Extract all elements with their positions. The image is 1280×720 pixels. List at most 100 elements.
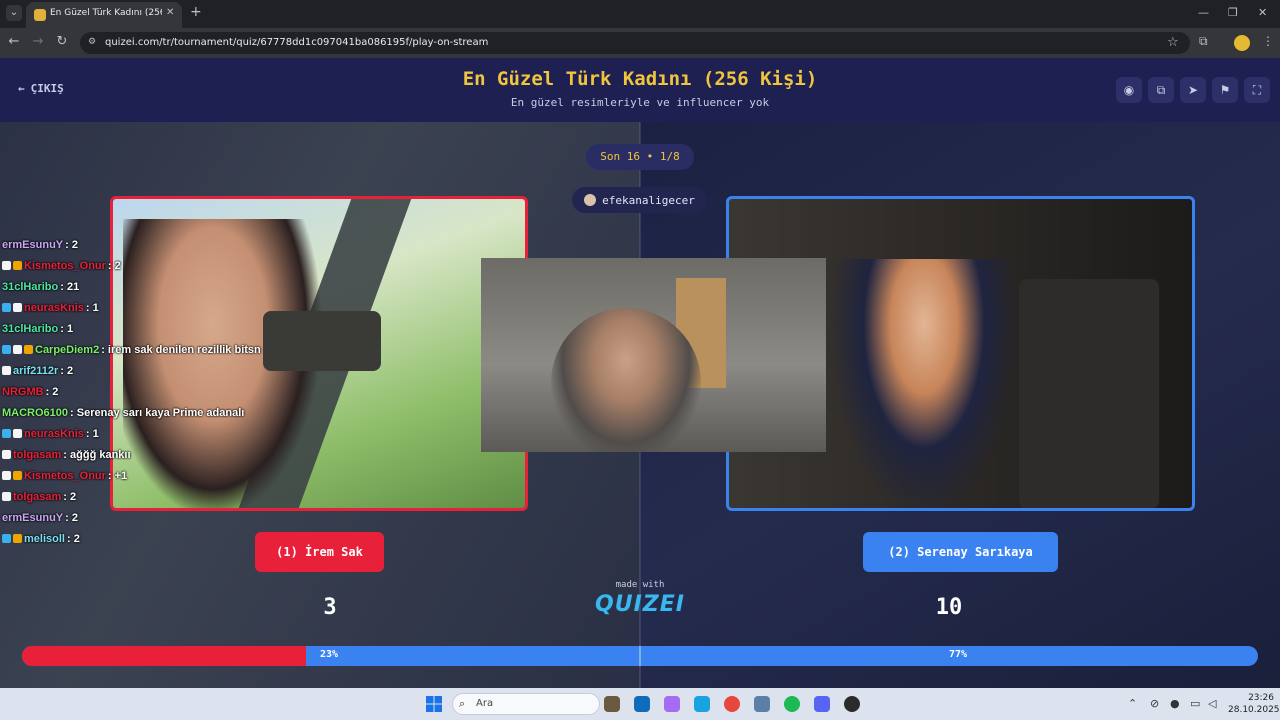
chat-badge-icon <box>2 471 11 480</box>
volume-icon[interactable]: ◁ <box>1208 697 1216 710</box>
url-text[interactable]: quizei.com/tr/tournament/quiz/67778dd1c0… <box>105 37 488 48</box>
address-bar[interactable]: ⚙ quizei.com/tr/tournament/quiz/67778dd1… <box>80 32 1190 54</box>
quizei-logo[interactable]: QUIZEI <box>580 592 700 617</box>
chat-text: : Serenay sarı kaya Prime adanalı <box>70 406 245 419</box>
chat-badge-icon <box>13 429 22 438</box>
taskbar-search[interactable]: ⌕ Ara <box>452 693 600 715</box>
chat-badge-icon <box>13 261 22 270</box>
chat-username[interactable]: Kismetos_Onur <box>24 260 106 272</box>
reload-icon[interactable]: ↻ <box>53 34 71 49</box>
chat-badge-icon <box>2 345 11 354</box>
bookmark-star-icon[interactable]: ☆ <box>1167 35 1179 50</box>
page-subtitle: En güzel resimleriyle ve influencer yok <box>510 96 770 109</box>
chat-badge-icon <box>2 261 11 270</box>
chat-username[interactable]: 31clHaribo <box>2 323 58 335</box>
chat-username[interactable]: Kismetos_Onur <box>24 470 106 482</box>
fullscreen-icon[interactable]: ⛶ <box>1244 77 1270 103</box>
send-icon[interactable]: ➤ <box>1180 77 1206 103</box>
windows-taskbar: ⌕ Ara ⌃ ⊘ ● ▭ ◁ 23:26 28.10.2025 <box>0 688 1280 720</box>
chat-username[interactable]: MACRO6100 <box>2 407 68 419</box>
made-with-label: made with <box>615 580 665 590</box>
chat-username[interactable]: melisoll <box>24 533 65 545</box>
score-right: 10 <box>935 595 963 620</box>
copilot-icon[interactable] <box>664 696 680 712</box>
profile-avatar[interactable] <box>1234 35 1250 51</box>
browser-tab[interactable]: En Güzel Türk Kadını (256 Kişi) ✕ <box>26 2 182 28</box>
display-icon[interactable]: ▭ <box>1190 697 1200 710</box>
chat-badge-icon <box>2 429 11 438</box>
restore-icon[interactable]: ❐ <box>1228 6 1238 19</box>
chat-text: : irem sak denilen rezillik bitsn <box>101 343 261 356</box>
vote-percent-right: 77% <box>949 649 968 660</box>
streamer-name: efekanaligecer <box>602 193 695 207</box>
vote-right-button[interactable]: (2) Serenay Sarıkaya <box>863 532 1058 572</box>
discord-icon[interactable] <box>814 696 830 712</box>
chat-text: : 2 <box>65 238 78 251</box>
copy-icon[interactable]: ⧉ <box>1148 77 1174 103</box>
chat-badge-icon <box>13 345 22 354</box>
chat-message: MACRO6100: Serenay sarı kaya Prime adana… <box>2 402 282 423</box>
settings-icon[interactable] <box>754 696 770 712</box>
site-info-icon[interactable]: ⚙ <box>88 37 100 49</box>
chat-username[interactable]: NRGMB <box>2 386 44 398</box>
network-icon[interactable]: ⊘ <box>1150 697 1159 710</box>
chat-message: neurasKnis: 1 <box>2 423 282 444</box>
page-header: ← ÇIKIŞ En Güzel Türk Kadını (256 Kişi) … <box>0 58 1280 122</box>
chat-username[interactable]: tolgasam <box>13 449 61 461</box>
search-icon: ⌕ <box>459 697 466 710</box>
person-photo <box>829 259 1019 508</box>
chrome-icon[interactable] <box>724 696 740 712</box>
streamer-avatar <box>584 194 597 206</box>
chat-username[interactable]: neurasKnis <box>24 428 84 440</box>
chat-username[interactable]: tolgasam <box>13 491 61 503</box>
chat-message: arif2112r: 2 <box>2 360 282 381</box>
chat-message: ermEsunuY: 2 <box>2 234 282 255</box>
chat-text: : 2 <box>45 385 59 398</box>
close-tab-icon[interactable]: ✕ <box>166 7 174 18</box>
match-stage: Son 16 • 1/8 efekanaligecer (1) İrem Sak… <box>0 122 1280 688</box>
windows-start-icon[interactable] <box>426 696 442 712</box>
outlook-icon[interactable] <box>634 696 650 712</box>
chat-message: tolgasam: ağğğ kankıı <box>2 444 282 465</box>
back-icon[interactable]: ← <box>5 34 23 49</box>
extensions-icon[interactable]: ⧉ <box>1199 34 1208 49</box>
webcam-overlay <box>481 258 826 452</box>
chat-message: Kismetos_Onur: +1 <box>2 465 282 486</box>
microphone-icon[interactable]: ● <box>1170 697 1180 710</box>
chat-badge-icon <box>13 534 22 543</box>
chat-text: : +1 <box>107 469 128 482</box>
chat-message: 31clHaribo: 21 <box>2 276 282 297</box>
new-tab-icon[interactable]: + <box>190 4 202 20</box>
chat-username[interactable]: arif2112r <box>13 365 58 377</box>
edge-icon[interactable] <box>694 696 710 712</box>
webcam-person <box>551 308 701 452</box>
menu-dots-icon[interactable]: ⋮ <box>1262 34 1274 48</box>
browser-toolbar: ← → ↻ ⚙ quizei.com/tr/tournament/quiz/67… <box>0 28 1280 58</box>
clock-date[interactable]: 28.10.2025 <box>1228 705 1280 715</box>
chat-badge-icon <box>24 345 33 354</box>
chat-username[interactable]: CarpeDiem2 <box>35 344 99 356</box>
eye-icon[interactable]: ◉ <box>1116 77 1142 103</box>
close-window-icon[interactable]: ✕ <box>1258 6 1267 19</box>
studio-softbox <box>1019 279 1159 508</box>
chat-message: melisoll: 2 <box>2 528 282 549</box>
chat-message: neurasKnis: 1 <box>2 297 282 318</box>
obs-icon[interactable] <box>844 696 860 712</box>
chat-username[interactable]: neurasKnis <box>24 302 84 314</box>
chat-message: Kismetos_Onur: 2 <box>2 255 282 276</box>
spotify-icon[interactable] <box>784 696 800 712</box>
tray-chevron-icon[interactable]: ⌃ <box>1128 697 1137 710</box>
tab-search-button[interactable]: ⌄ <box>6 5 22 21</box>
forward-icon[interactable]: → <box>29 34 47 49</box>
file-explorer-icon[interactable] <box>604 696 620 712</box>
chat-username[interactable]: ermEsunuY <box>2 512 63 524</box>
chat-text: : 2 <box>65 511 78 524</box>
flag-icon[interactable]: ⚑ <box>1212 77 1238 103</box>
chat-username[interactable]: 31clHaribo <box>2 281 58 293</box>
chat-username[interactable]: ermEsunuY <box>2 239 63 251</box>
minimize-icon[interactable]: — <box>1198 6 1209 19</box>
tab-title: En Güzel Türk Kadını (256 Kişi) <box>50 8 162 18</box>
chat-text: : 21 <box>60 280 80 293</box>
clock-time[interactable]: 23:26 <box>1246 693 1274 703</box>
browser-tab-bar: ⌄ En Güzel Türk Kadını (256 Kişi) ✕ + — … <box>0 0 1280 28</box>
